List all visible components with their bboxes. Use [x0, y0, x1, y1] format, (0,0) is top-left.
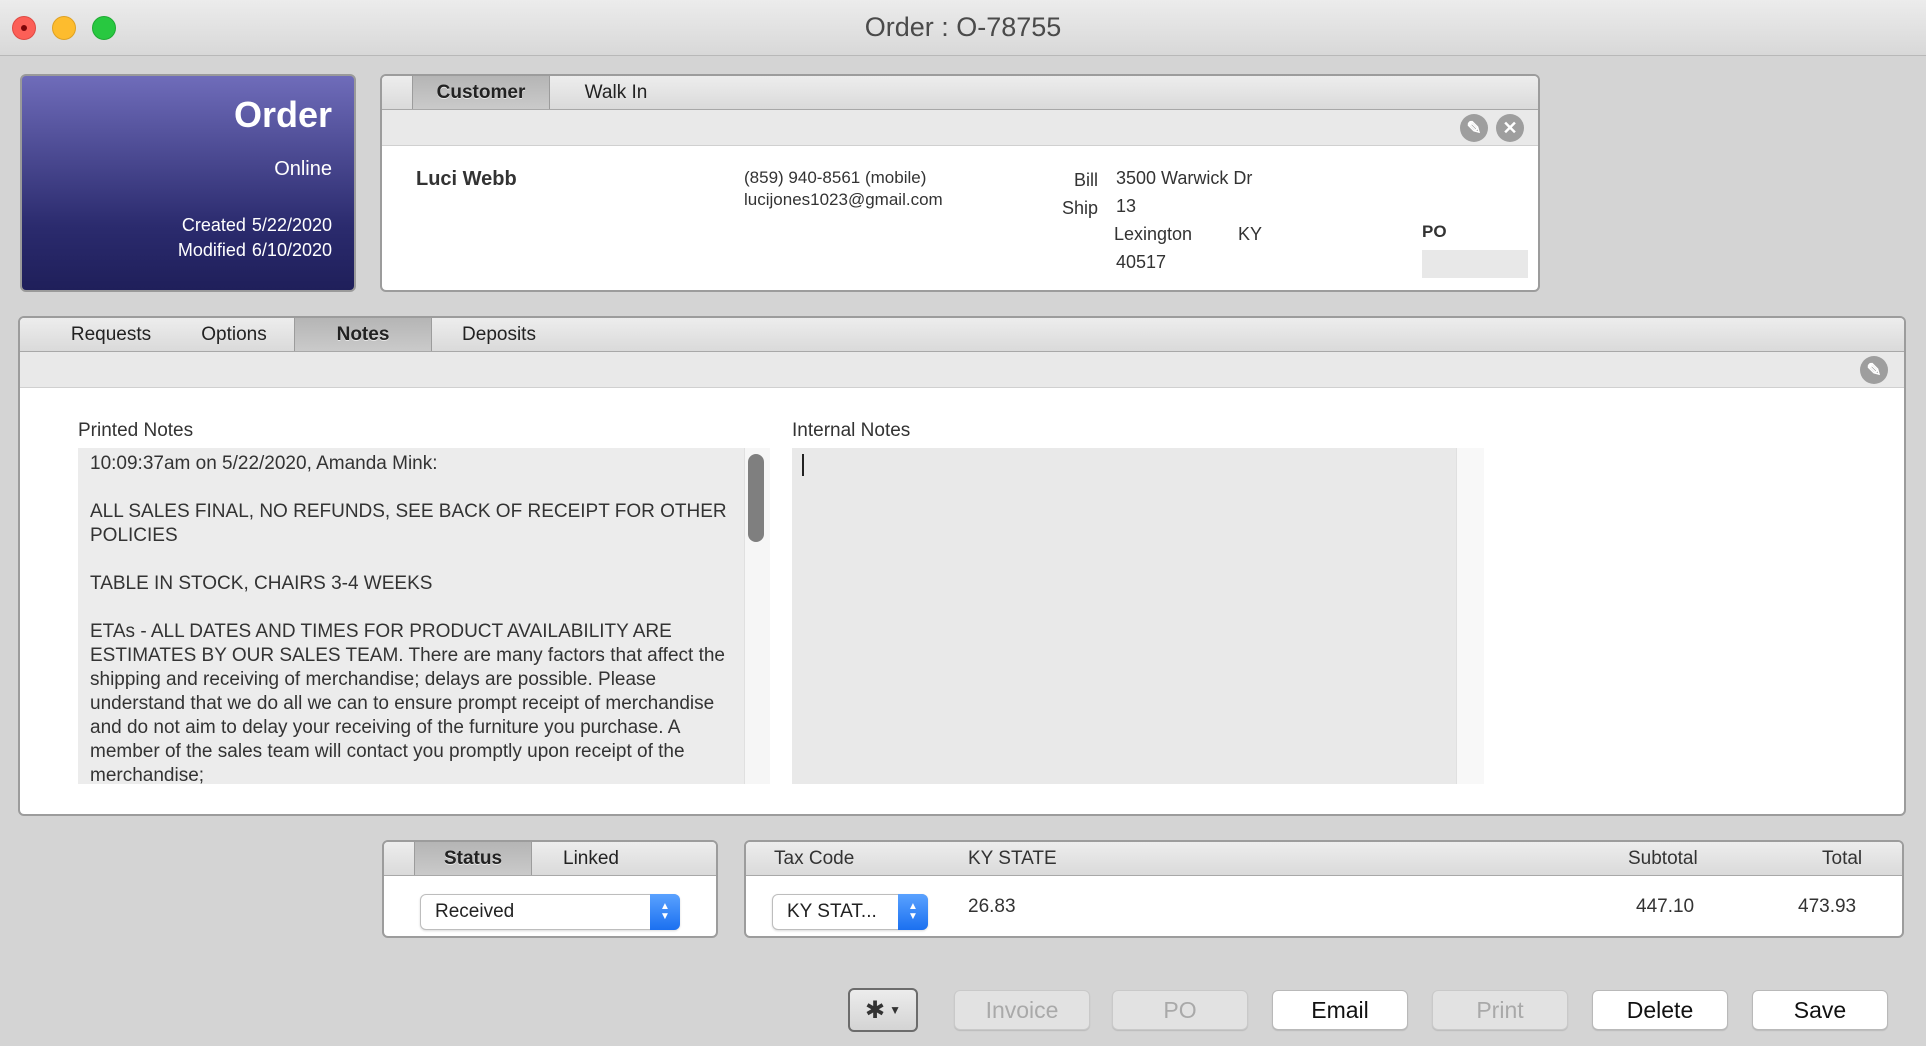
order-summary-card: Order Online Created 5/22/2020 Modified 6/…	[20, 74, 356, 292]
created-label: Created	[181, 215, 246, 235]
chevron-updown-icon: ▲ ▼	[898, 894, 928, 930]
order-modified: Modified 6/10/2020	[22, 240, 332, 261]
printed-notes-text[interactable]: 10:09:37am on 5/22/2020, Amanda Mink: AL…	[78, 448, 748, 784]
ship-label: Ship	[1061, 198, 1098, 218]
customer-name: Luci Webb	[416, 168, 517, 190]
title-bar: Order : O-78755	[0, 0, 1926, 56]
window-title: Order : O-78755	[864, 12, 1062, 42]
tab-linked[interactable]: Linked	[532, 842, 650, 875]
notes-tabbar: Requests Options Notes Deposits	[20, 318, 1904, 352]
print-button[interactable]: Print	[1432, 990, 1568, 1030]
internal-notes-scrollbar[interactable]	[1456, 448, 1484, 784]
customer-panel: Customer Walk In ✎ ✕ Luci Webb (859) 940…	[380, 74, 1540, 292]
edit-notes-icon[interactable]: ✎	[1860, 356, 1888, 384]
status-tabbar: Status Linked	[384, 842, 716, 876]
notes-toolbar: ✎	[20, 352, 1904, 388]
tab-customer[interactable]: Customer	[412, 76, 550, 109]
clear-icon[interactable]: ✕	[1496, 114, 1524, 142]
tax-code-value: KY STAT...	[787, 901, 877, 922]
tax-code-label: Tax Code	[774, 848, 855, 869]
order-source: Online	[274, 158, 332, 180]
modified-label: Modified	[177, 240, 246, 260]
subtotal-label: Subtotal	[1628, 848, 1698, 869]
address-state: KY	[1238, 224, 1263, 244]
po-button[interactable]: PO	[1112, 990, 1248, 1030]
action-menu-button[interactable]: ✱ ▼	[848, 988, 918, 1032]
subtotal-value: 447.10	[1636, 896, 1695, 917]
tab-status[interactable]: Status	[414, 842, 532, 875]
status-panel: Status Linked Received ▲ ▼	[382, 840, 718, 938]
total-value: 473.93	[1798, 896, 1857, 917]
printed-notes-scroll-thumb[interactable]	[748, 454, 764, 542]
totals-panel: Tax Code KY STATE Subtotal Total KY STAT…	[744, 840, 1904, 938]
delete-button[interactable]: Delete	[1592, 990, 1728, 1030]
email-button[interactable]: Email	[1272, 990, 1408, 1030]
printed-notes-label: Printed Notes	[78, 420, 194, 441]
customer-email: lucijones1023@gmail.com	[744, 190, 943, 209]
tab-notes[interactable]: Notes	[294, 318, 432, 351]
tax-code-select[interactable]: KY STAT... ▲ ▼	[772, 894, 928, 930]
internal-notes-label: Internal Notes	[792, 420, 911, 441]
address-zip: 40517	[1116, 252, 1167, 272]
chevron-updown-icon: ▲ ▼	[650, 894, 680, 930]
po-label: PO	[1422, 222, 1447, 241]
save-button[interactable]: Save	[1752, 990, 1888, 1030]
po-input[interactable]	[1422, 250, 1528, 278]
address-line1: 3500 Warwick Dr	[1116, 168, 1253, 188]
order-created: Created 5/22/2020	[22, 215, 332, 236]
notes-panel: Requests Options Notes Deposits ✎ Printe…	[18, 316, 1906, 816]
status-select[interactable]: Received ▲ ▼	[420, 894, 680, 930]
modified-date: 6/10/2020	[251, 240, 332, 260]
gear-icon: ✱	[865, 996, 886, 1024]
internal-notes-field[interactable]	[792, 448, 1456, 784]
total-label: Total	[1822, 848, 1863, 869]
bill-label: Bill	[1073, 170, 1098, 190]
edit-icon[interactable]: ✎	[1460, 114, 1488, 142]
tax-amount: 26.83	[968, 896, 1016, 917]
totals-header: Tax Code KY STATE Subtotal Total	[746, 842, 1902, 876]
tab-walk-in[interactable]: Walk In	[550, 76, 682, 109]
text-caret	[802, 454, 804, 476]
address-city: Lexington	[1114, 224, 1193, 244]
customer-phone: (859) 940-8561 (mobile)	[744, 168, 927, 187]
invoice-button[interactable]: Invoice	[954, 990, 1090, 1030]
customer-toolbar: ✎ ✕	[382, 110, 1538, 146]
created-date: 5/22/2020	[251, 215, 332, 235]
status-value: Received	[435, 901, 515, 922]
chevron-down-icon: ▼	[889, 1003, 901, 1017]
tab-options[interactable]: Options	[174, 318, 294, 351]
tab-requests[interactable]: Requests	[48, 318, 174, 351]
tab-deposits[interactable]: Deposits	[432, 318, 566, 351]
order-type-title: Order	[233, 94, 332, 135]
tax-name-label: KY STATE	[968, 848, 1057, 869]
address-line2: 13	[1116, 196, 1137, 216]
customer-tabbar: Customer Walk In	[382, 76, 1538, 110]
